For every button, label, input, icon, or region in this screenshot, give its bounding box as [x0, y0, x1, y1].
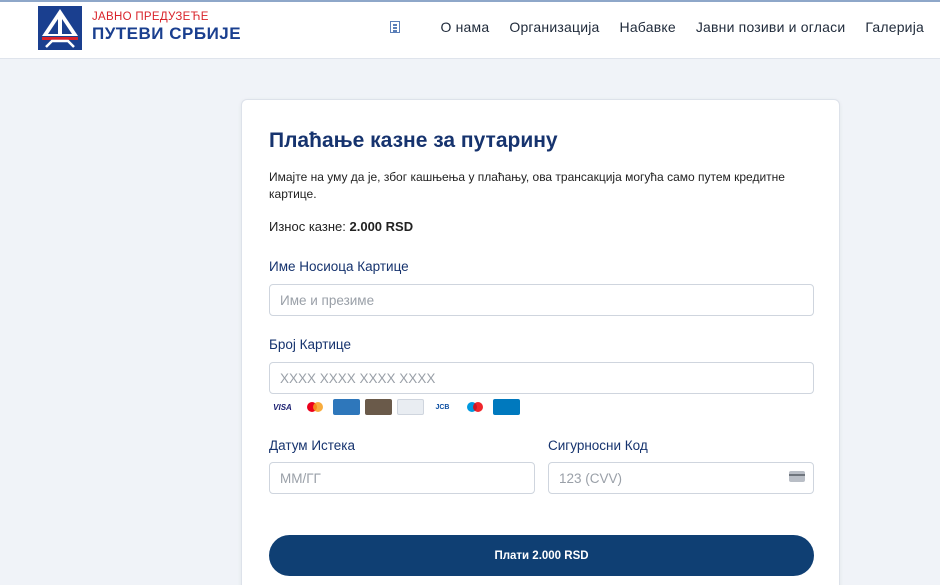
maestro-icon: [461, 399, 488, 415]
amex-icon: [333, 399, 360, 415]
cvv-card-icon: [789, 471, 805, 482]
cardholder-input[interactable]: [269, 284, 814, 316]
discover-icon: [365, 399, 392, 415]
nav-item-public-calls[interactable]: Јавни позиви и огласи: [696, 19, 846, 35]
amount-label: Износ казне:: [269, 219, 346, 234]
brand-bottom-line: ПУТЕВИ СРБИЈЕ: [92, 24, 242, 43]
mastercard-icon: [301, 399, 328, 415]
page-title: Плаћање казне за путарину: [269, 129, 558, 152]
brand-top-line: ЈАВНО ПРЕДУЗЕЋЕ: [92, 11, 209, 23]
cvv-input[interactable]: [548, 462, 814, 494]
expiry-label: Датум Истека: [269, 438, 356, 453]
card-number-input[interactable]: [269, 362, 814, 394]
card-number-label: Број Картице: [269, 337, 352, 352]
diners-icon: [493, 399, 520, 415]
payment-notice: Имајте на уму да је, због кашњења у плаћ…: [269, 170, 785, 201]
other-card-icon: [525, 399, 552, 415]
site-header: ЈАВНО ПРЕДУЗЕЋЕ ПУТЕВИ СРБИЈЕ О нама Орг…: [0, 2, 940, 59]
building-icon[interactable]: [390, 21, 401, 33]
pay-button[interactable]: Плати 2.000 RSD: [269, 535, 814, 576]
nav-item-about[interactable]: О нама: [440, 19, 489, 35]
payment-card: Плаћање казне за путарину Имајте на уму …: [241, 99, 840, 585]
accepted-cards: VISA JCB: [269, 399, 552, 415]
generic-card-icon: [397, 399, 424, 415]
nav-item-gallery[interactable]: Галерија: [865, 19, 924, 35]
main-nav: О нама Организација Набавке Јавни позиви…: [390, 19, 924, 35]
cvv-label: Сигурносни Код: [548, 438, 648, 453]
fine-amount: Износ казне: 2.000 RSD: [269, 219, 413, 234]
visa-icon: VISA: [269, 399, 296, 415]
brand-name[interactable]: ЈАВНО ПРЕДУЗЕЋЕ ПУТЕВИ СРБИЈЕ: [92, 11, 241, 44]
jcb-icon: JCB: [429, 399, 456, 415]
cardholder-label: Име Носиоца Картице: [269, 259, 409, 274]
nav-item-procurement[interactable]: Набавке: [620, 19, 676, 35]
amount-value: 2.000 RSD: [349, 219, 414, 234]
nav-item-organization[interactable]: Организација: [509, 19, 599, 35]
expiry-input[interactable]: [269, 462, 535, 494]
logo-icon[interactable]: [38, 6, 82, 50]
